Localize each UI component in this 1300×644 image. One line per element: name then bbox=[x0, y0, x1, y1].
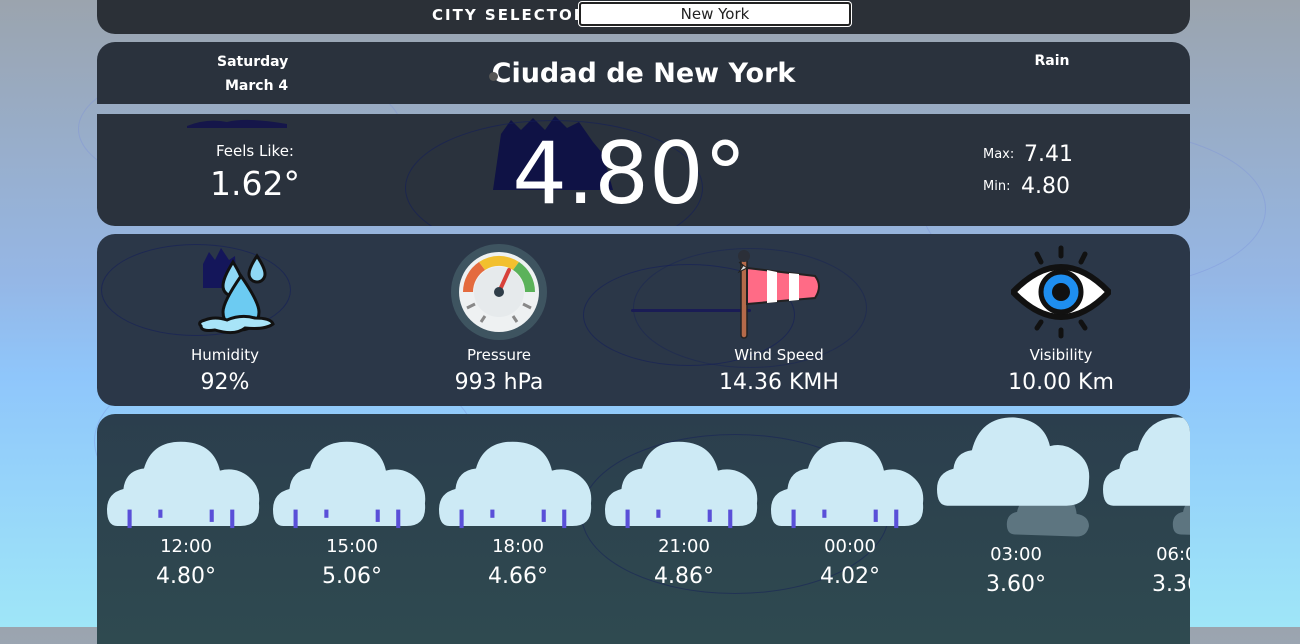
eye-icon bbox=[1011, 245, 1111, 339]
forecast-temperature: 4.66° bbox=[488, 564, 548, 589]
pressure-label: Pressure bbox=[466, 346, 532, 364]
pressure-gauge-icon bbox=[451, 244, 547, 340]
rain-cloud-icon bbox=[771, 441, 924, 529]
rain-cloud-icon bbox=[107, 441, 260, 529]
mountain-silhouette-icon bbox=[187, 119, 287, 128]
rain-cloud-icon bbox=[605, 441, 758, 529]
forecast-temperature: 4.02° bbox=[820, 564, 880, 589]
visibility-value: 10.00 Km bbox=[1008, 370, 1114, 395]
humidity-value: 92% bbox=[200, 370, 250, 395]
humidity-icon bbox=[198, 248, 275, 335]
wind-speed-label: Wind Speed bbox=[734, 346, 824, 364]
weather-condition: Rain bbox=[1034, 53, 1070, 69]
forecast-time: 00:00 bbox=[824, 536, 876, 557]
forecast-temperature: 3.60° bbox=[986, 572, 1046, 597]
humidity-label: Humidity bbox=[190, 346, 259, 364]
city-input[interactable] bbox=[579, 2, 851, 26]
current-temperature: 4.80° bbox=[512, 124, 747, 224]
hourly-forecast-card: 12:00 4.80° 15:00 5.06° 18:00 4.66° 21:00 4.… bbox=[97, 414, 1190, 644]
wind-speed-value: 14.36 KMH bbox=[719, 370, 839, 395]
min-label: Min: bbox=[983, 179, 1011, 194]
windsock-icon bbox=[737, 250, 820, 339]
feels-like-value: 1.62° bbox=[210, 164, 300, 203]
forecast-temperature: 5.06° bbox=[322, 564, 382, 589]
forecast-time: 06:00 bbox=[1156, 544, 1190, 565]
forecast-time: 12:00 bbox=[160, 536, 212, 557]
forecast-time: 18:00 bbox=[492, 536, 544, 557]
city-selector-label: CITY SELECTOR bbox=[432, 6, 588, 24]
cloudy-icon bbox=[1103, 417, 1190, 535]
pressure-value: 993 hPa bbox=[454, 370, 544, 395]
forecast-temperature: 3.36° bbox=[1152, 572, 1190, 597]
rain-cloud-icon bbox=[273, 441, 426, 529]
max-value: 7.41 bbox=[1024, 142, 1073, 167]
forecast-time: 21:00 bbox=[658, 536, 710, 557]
header-card: Saturday March 4 Ciudad de New York Rain bbox=[97, 42, 1190, 104]
city-selector-bar: CITY SELECTOR bbox=[97, 0, 1190, 34]
forecast-time: 15:00 bbox=[326, 536, 378, 557]
feels-like-label: Feels Like: bbox=[216, 142, 294, 160]
cloudy-icon bbox=[937, 417, 1090, 537]
forecast-time: 03:00 bbox=[990, 544, 1042, 565]
dot-decoration bbox=[489, 72, 498, 81]
visibility-label: Visibility bbox=[1029, 346, 1093, 364]
current-weather-card: Feels Like: 1.62° 4.80° Max: 7.41 Min: 4… bbox=[97, 114, 1190, 226]
forecast-temperature: 4.80° bbox=[156, 564, 216, 589]
forecast-temperature: 4.86° bbox=[654, 564, 714, 589]
rain-cloud-icon bbox=[439, 441, 592, 529]
stats-card: Humidity 92% Pressure 993 hPa Wind Speed… bbox=[97, 234, 1190, 406]
min-value: 4.80 bbox=[1021, 174, 1070, 199]
max-label: Max: bbox=[983, 147, 1015, 162]
